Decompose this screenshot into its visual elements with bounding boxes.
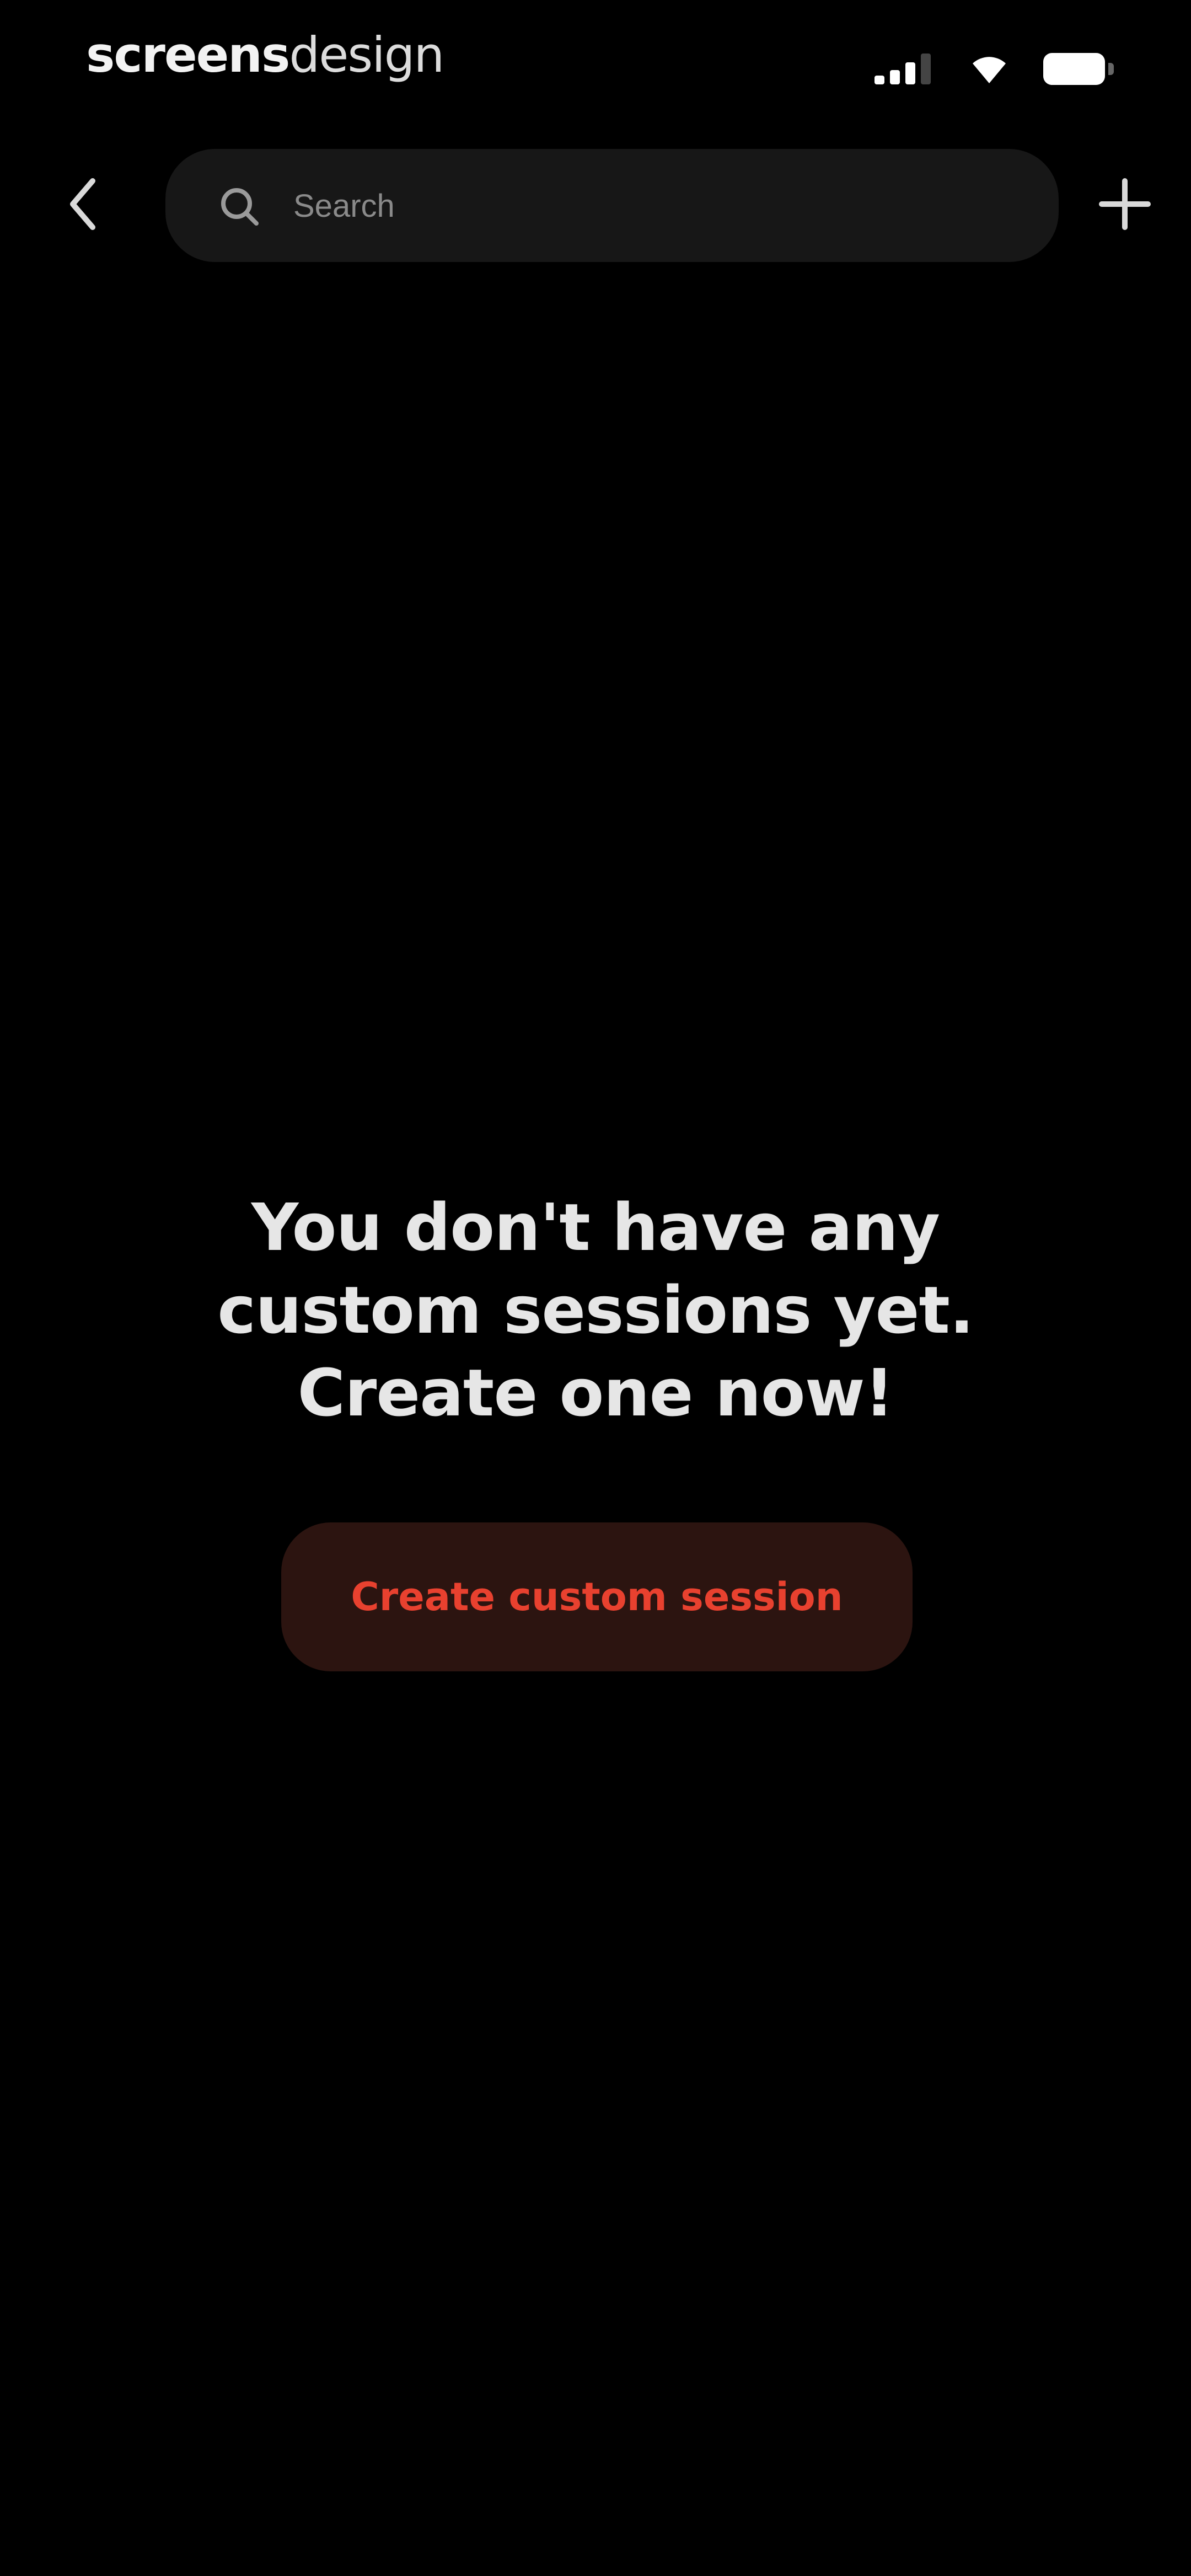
plus-icon — [1099, 178, 1151, 230]
empty-state-line-1: You don't have any — [251, 1189, 940, 1265]
empty-state-line-2: custom sessions yet. — [217, 1272, 974, 1348]
brand-logo-light: design — [289, 26, 444, 83]
brand-logo: screensdesign — [86, 22, 444, 88]
add-button[interactable] — [1092, 171, 1158, 237]
empty-state: You don't have any custom sessions yet. … — [0, 1186, 1191, 1671]
search-input[interactable] — [292, 149, 1022, 263]
brand-logo-bold: screens — [86, 26, 290, 83]
empty-state-line-3: Create one now! — [297, 1355, 894, 1431]
header — [0, 149, 1191, 265]
search-icon — [221, 188, 259, 226]
wifi-icon — [973, 57, 1006, 83]
cellular-signal-icon — [875, 54, 935, 84]
chevron-left-icon — [70, 178, 95, 230]
status-bar: screensdesign — [0, 0, 1191, 127]
battery-icon — [1043, 53, 1114, 85]
create-custom-session-button[interactable]: Create custom session — [281, 1522, 913, 1671]
back-button[interactable] — [55, 171, 110, 237]
empty-state-message: You don't have any custom sessions yet. … — [210, 1186, 981, 1434]
status-icons — [875, 50, 1114, 88]
search-bar[interactable] — [165, 149, 1059, 263]
